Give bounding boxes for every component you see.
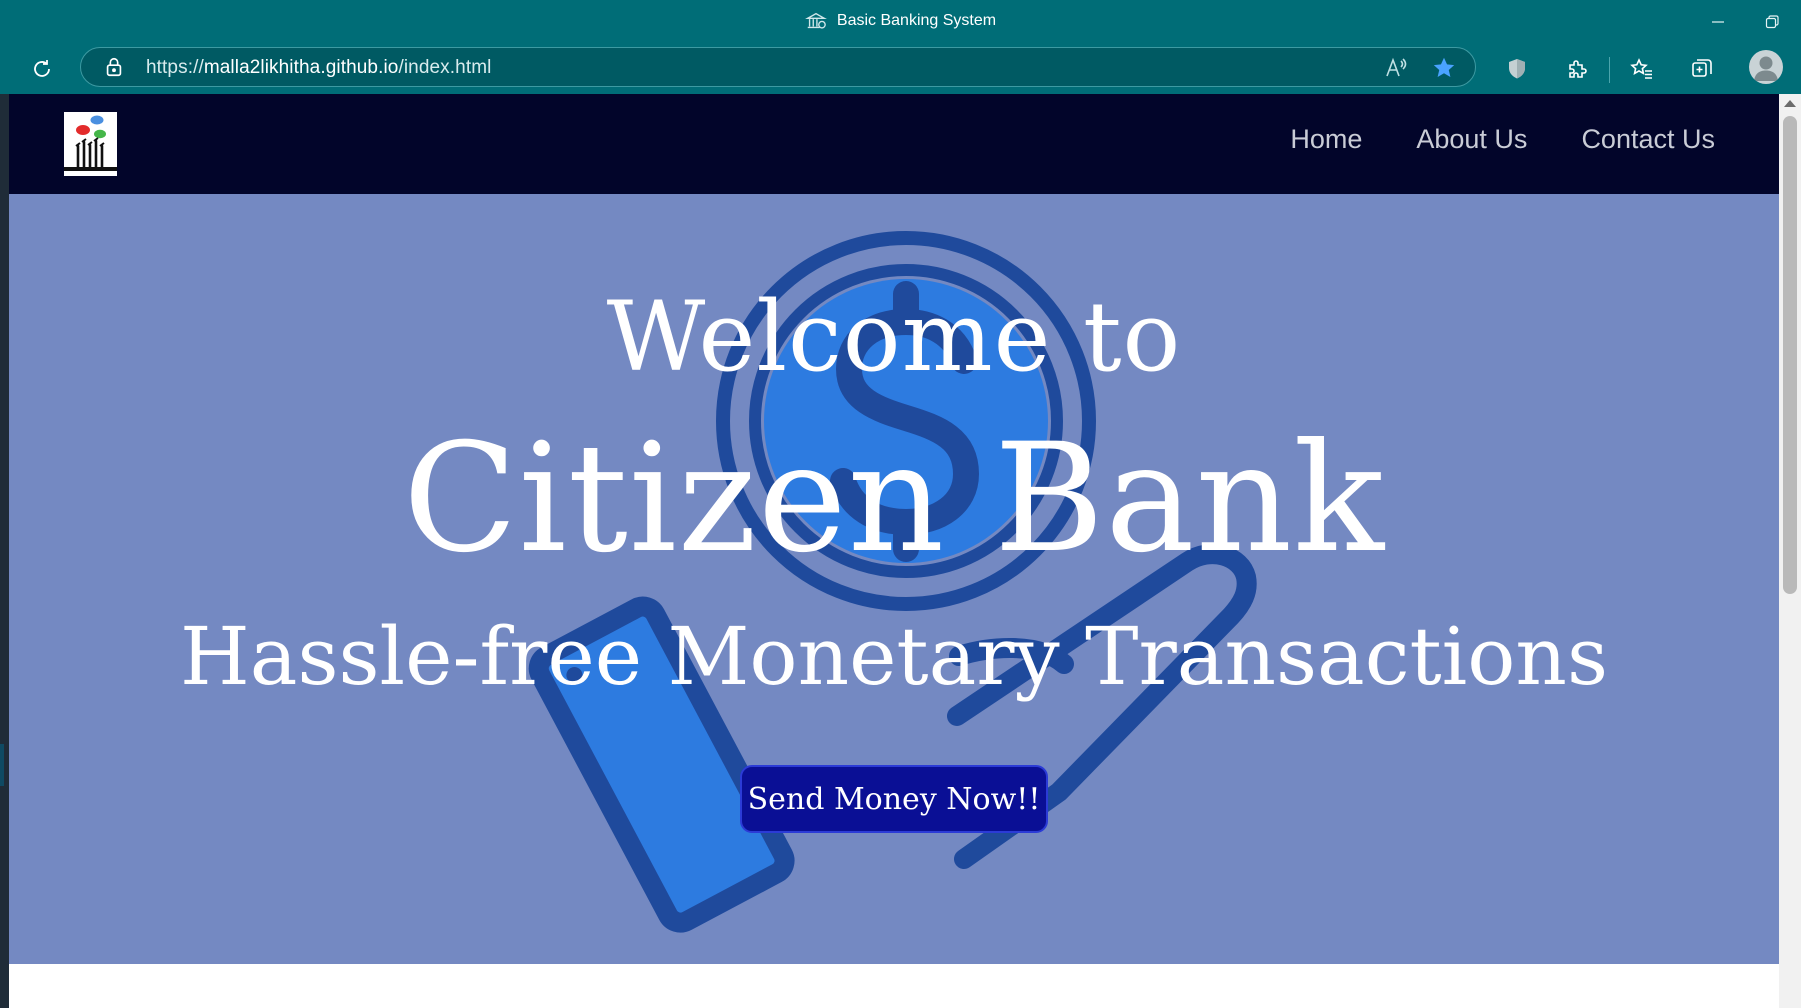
url-text[interactable]: https://malla2likhitha.github.io/index.h… (146, 57, 491, 79)
nav-link-home[interactable]: Home (1290, 124, 1362, 155)
address-bar[interactable]: https://malla2likhitha.github.io/index.h… (80, 47, 1476, 87)
puzzle-icon (1569, 60, 1587, 78)
profile-avatar[interactable] (1749, 50, 1783, 84)
minimize-icon (1712, 21, 1724, 23)
extensions-button[interactable] (1560, 52, 1594, 86)
send-money-button[interactable]: Send Money Now!! (740, 765, 1048, 833)
browser-titlebar: Basic Banking System (0, 0, 1801, 44)
favorites-button[interactable] (1625, 52, 1659, 86)
minimize-button[interactable] (1698, 8, 1738, 36)
page-viewport: Home About Us Contact Us Welcome to Citi… (9, 94, 1779, 1008)
shield-icon (1509, 59, 1525, 79)
person-icon (1754, 56, 1778, 81)
window-title: Basic Banking System (0, 10, 1801, 32)
favorite-star-icon[interactable] (1431, 55, 1457, 81)
restore-button[interactable] (1752, 8, 1792, 36)
edge-marker (0, 744, 4, 786)
restore-icon (1765, 15, 1779, 29)
refresh-button[interactable] (25, 52, 59, 86)
collections-icon (1692, 59, 1712, 77)
refresh-icon (34, 60, 50, 77)
left-window-edge (0, 94, 9, 1008)
window-title-text: Basic Banking System (836, 12, 997, 29)
favorites-list-icon (1630, 58, 1652, 79)
tracking-prevention-button[interactable] (1500, 52, 1534, 86)
collections-button[interactable] (1685, 52, 1719, 86)
nav-link-contact-us[interactable]: Contact Us (1581, 124, 1715, 155)
read-aloud-icon[interactable] (1383, 55, 1409, 81)
url-host: malla2likhitha.github.io (203, 57, 399, 78)
hero-section: Welcome to Citizen Bank Hassle-free Mone… (9, 194, 1779, 964)
url-path: /index.html (398, 57, 492, 78)
url-scheme: https:// (146, 57, 204, 78)
lock-icon (106, 57, 122, 77)
site-navbar: Home About Us Contact Us (9, 94, 1779, 194)
nav-link-about-us[interactable]: About Us (1416, 124, 1527, 155)
scrollbar-thumb[interactable] (1783, 116, 1797, 594)
bank-icon (805, 12, 827, 29)
site-logo[interactable] (64, 112, 117, 176)
hero-tagline: Hassle-free Monetary Transactions (179, 610, 1608, 703)
hero-welcome-text: Welcome to (606, 281, 1182, 393)
scroll-up-arrow-icon[interactable] (1784, 100, 1796, 107)
browser-toolbar: https://malla2likhitha.github.io/index.h… (0, 44, 1801, 94)
hero-bank-name: Citizen Bank (402, 412, 1386, 586)
toolbar-separator (1609, 57, 1610, 83)
page-scrollbar[interactable] (1779, 94, 1801, 1008)
hands-speech-bubbles-logo (64, 115, 117, 171)
nav-links: Home About Us Contact Us (1290, 124, 1715, 155)
